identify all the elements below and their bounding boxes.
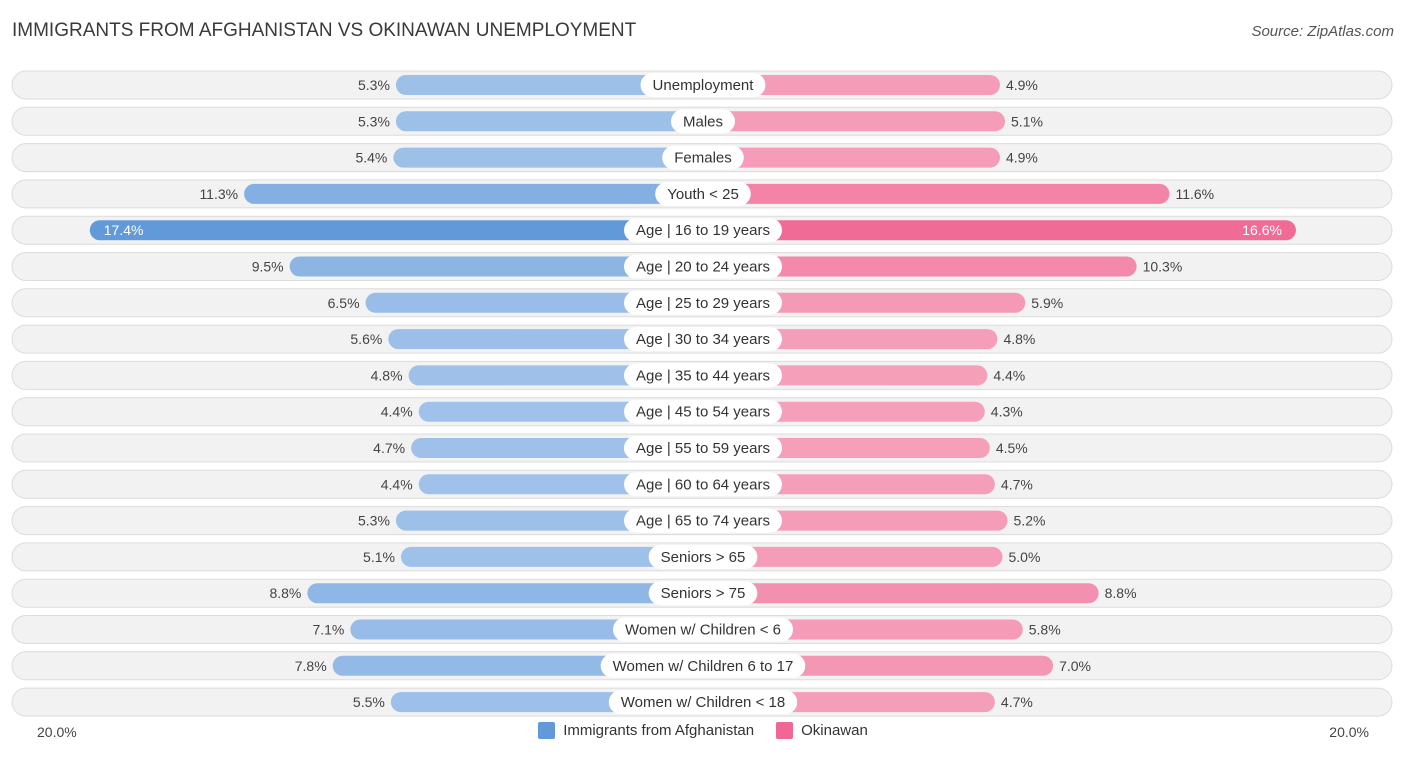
category-label: Males — [683, 113, 723, 130]
value-label-afghanistan: 5.6% — [350, 331, 382, 347]
value-label-afghanistan: 17.4% — [104, 222, 144, 238]
legend-swatch-okinawan — [776, 722, 794, 739]
category-label: Age | 55 to 59 years — [636, 440, 770, 457]
value-label-okinawan: 5.1% — [1011, 113, 1043, 129]
value-label-okinawan: 5.8% — [1029, 622, 1061, 638]
value-label-okinawan: 10.3% — [1143, 259, 1183, 275]
category-label: Age | 45 to 54 years — [636, 404, 770, 421]
value-label-okinawan: 4.4% — [993, 367, 1025, 383]
bar-afghanistan — [393, 147, 703, 168]
bar-okinawan — [703, 220, 1296, 241]
value-label-okinawan: 5.2% — [1014, 513, 1046, 529]
value-label-okinawan: 8.8% — [1105, 585, 1137, 601]
category-label: Age | 60 to 64 years — [636, 476, 770, 493]
category-label: Females — [674, 150, 732, 167]
bar-okinawan — [703, 111, 1006, 132]
bar-afghanistan — [307, 583, 703, 604]
bar-okinawan — [703, 583, 1099, 604]
category-label: Age | 65 to 74 years — [636, 513, 770, 530]
legend-item-okinawan[interactable]: Okinawan — [776, 722, 868, 739]
value-label-afghanistan: 5.3% — [358, 513, 390, 529]
value-label-afghanistan: 9.5% — [252, 259, 284, 275]
value-label-okinawan: 4.9% — [1006, 77, 1038, 93]
bar-okinawan — [703, 183, 1170, 204]
value-label-afghanistan: 4.4% — [381, 404, 413, 420]
category-label: Age | 16 to 19 years — [636, 222, 770, 239]
category-label: Women w/ Children < 18 — [621, 694, 785, 711]
value-label-afghanistan: 6.5% — [328, 295, 360, 311]
value-label-afghanistan: 7.8% — [295, 658, 327, 674]
value-label-okinawan: 16.6% — [1242, 222, 1282, 238]
category-label: Women w/ Children 6 to 17 — [613, 658, 794, 675]
legend: Immigrants from Afghanistan Okinawan — [0, 722, 1406, 739]
value-label-okinawan: 4.8% — [1003, 331, 1035, 347]
value-label-okinawan: 4.3% — [991, 404, 1023, 420]
category-label: Age | 35 to 44 years — [636, 367, 770, 384]
value-label-afghanistan: 5.1% — [363, 549, 395, 565]
category-label: Age | 25 to 29 years — [636, 295, 770, 312]
value-label-okinawan: 7.0% — [1059, 658, 1091, 674]
category-label: Seniors > 65 — [661, 549, 746, 566]
value-label-okinawan: 4.9% — [1006, 150, 1038, 166]
bar-afghanistan — [395, 111, 703, 132]
value-label-afghanistan: 11.3% — [199, 186, 238, 202]
bar-afghanistan — [89, 220, 703, 241]
value-label-afghanistan: 4.7% — [373, 440, 405, 456]
bar-afghanistan — [244, 183, 704, 204]
category-label: Youth < 25 — [667, 186, 739, 203]
value-label-afghanistan: 5.3% — [358, 113, 390, 129]
value-label-okinawan: 5.9% — [1031, 295, 1063, 311]
value-label-okinawan: 11.6% — [1175, 186, 1214, 202]
value-label-afghanistan: 4.8% — [371, 367, 403, 383]
category-label: Age | 20 to 24 years — [636, 259, 770, 276]
legend-label-okinawan: Okinawan — [801, 722, 868, 739]
value-label-okinawan: 4.5% — [996, 440, 1028, 456]
value-label-afghanistan: 5.3% — [358, 77, 390, 93]
value-label-okinawan: 4.7% — [1001, 694, 1033, 710]
legend-item-afghanistan[interactable]: Immigrants from Afghanistan — [538, 722, 754, 739]
value-label-afghanistan: 5.5% — [353, 694, 385, 710]
value-label-afghanistan: 8.8% — [269, 585, 301, 601]
value-label-okinawan: 5.0% — [1009, 549, 1041, 565]
value-label-afghanistan: 5.4% — [355, 150, 387, 166]
category-label: Unemployment — [653, 77, 755, 94]
category-label: Seniors > 75 — [661, 585, 746, 602]
legend-swatch-afghanistan — [538, 722, 556, 739]
value-label-afghanistan: 7.1% — [312, 622, 344, 638]
legend-label-afghanistan: Immigrants from Afghanistan — [563, 722, 755, 739]
value-label-afghanistan: 4.4% — [381, 476, 413, 492]
value-label-okinawan: 4.7% — [1001, 476, 1033, 492]
category-label: Age | 30 to 34 years — [636, 331, 770, 348]
bar-okinawan — [703, 147, 1000, 168]
diverging-bar-chart: 5.3% 4.9% Unemployment 5.3% 5.1% Males 5.4% 4.9… — [11, 70, 1393, 717]
category-label: Women w/ Children < 6 — [625, 622, 781, 639]
